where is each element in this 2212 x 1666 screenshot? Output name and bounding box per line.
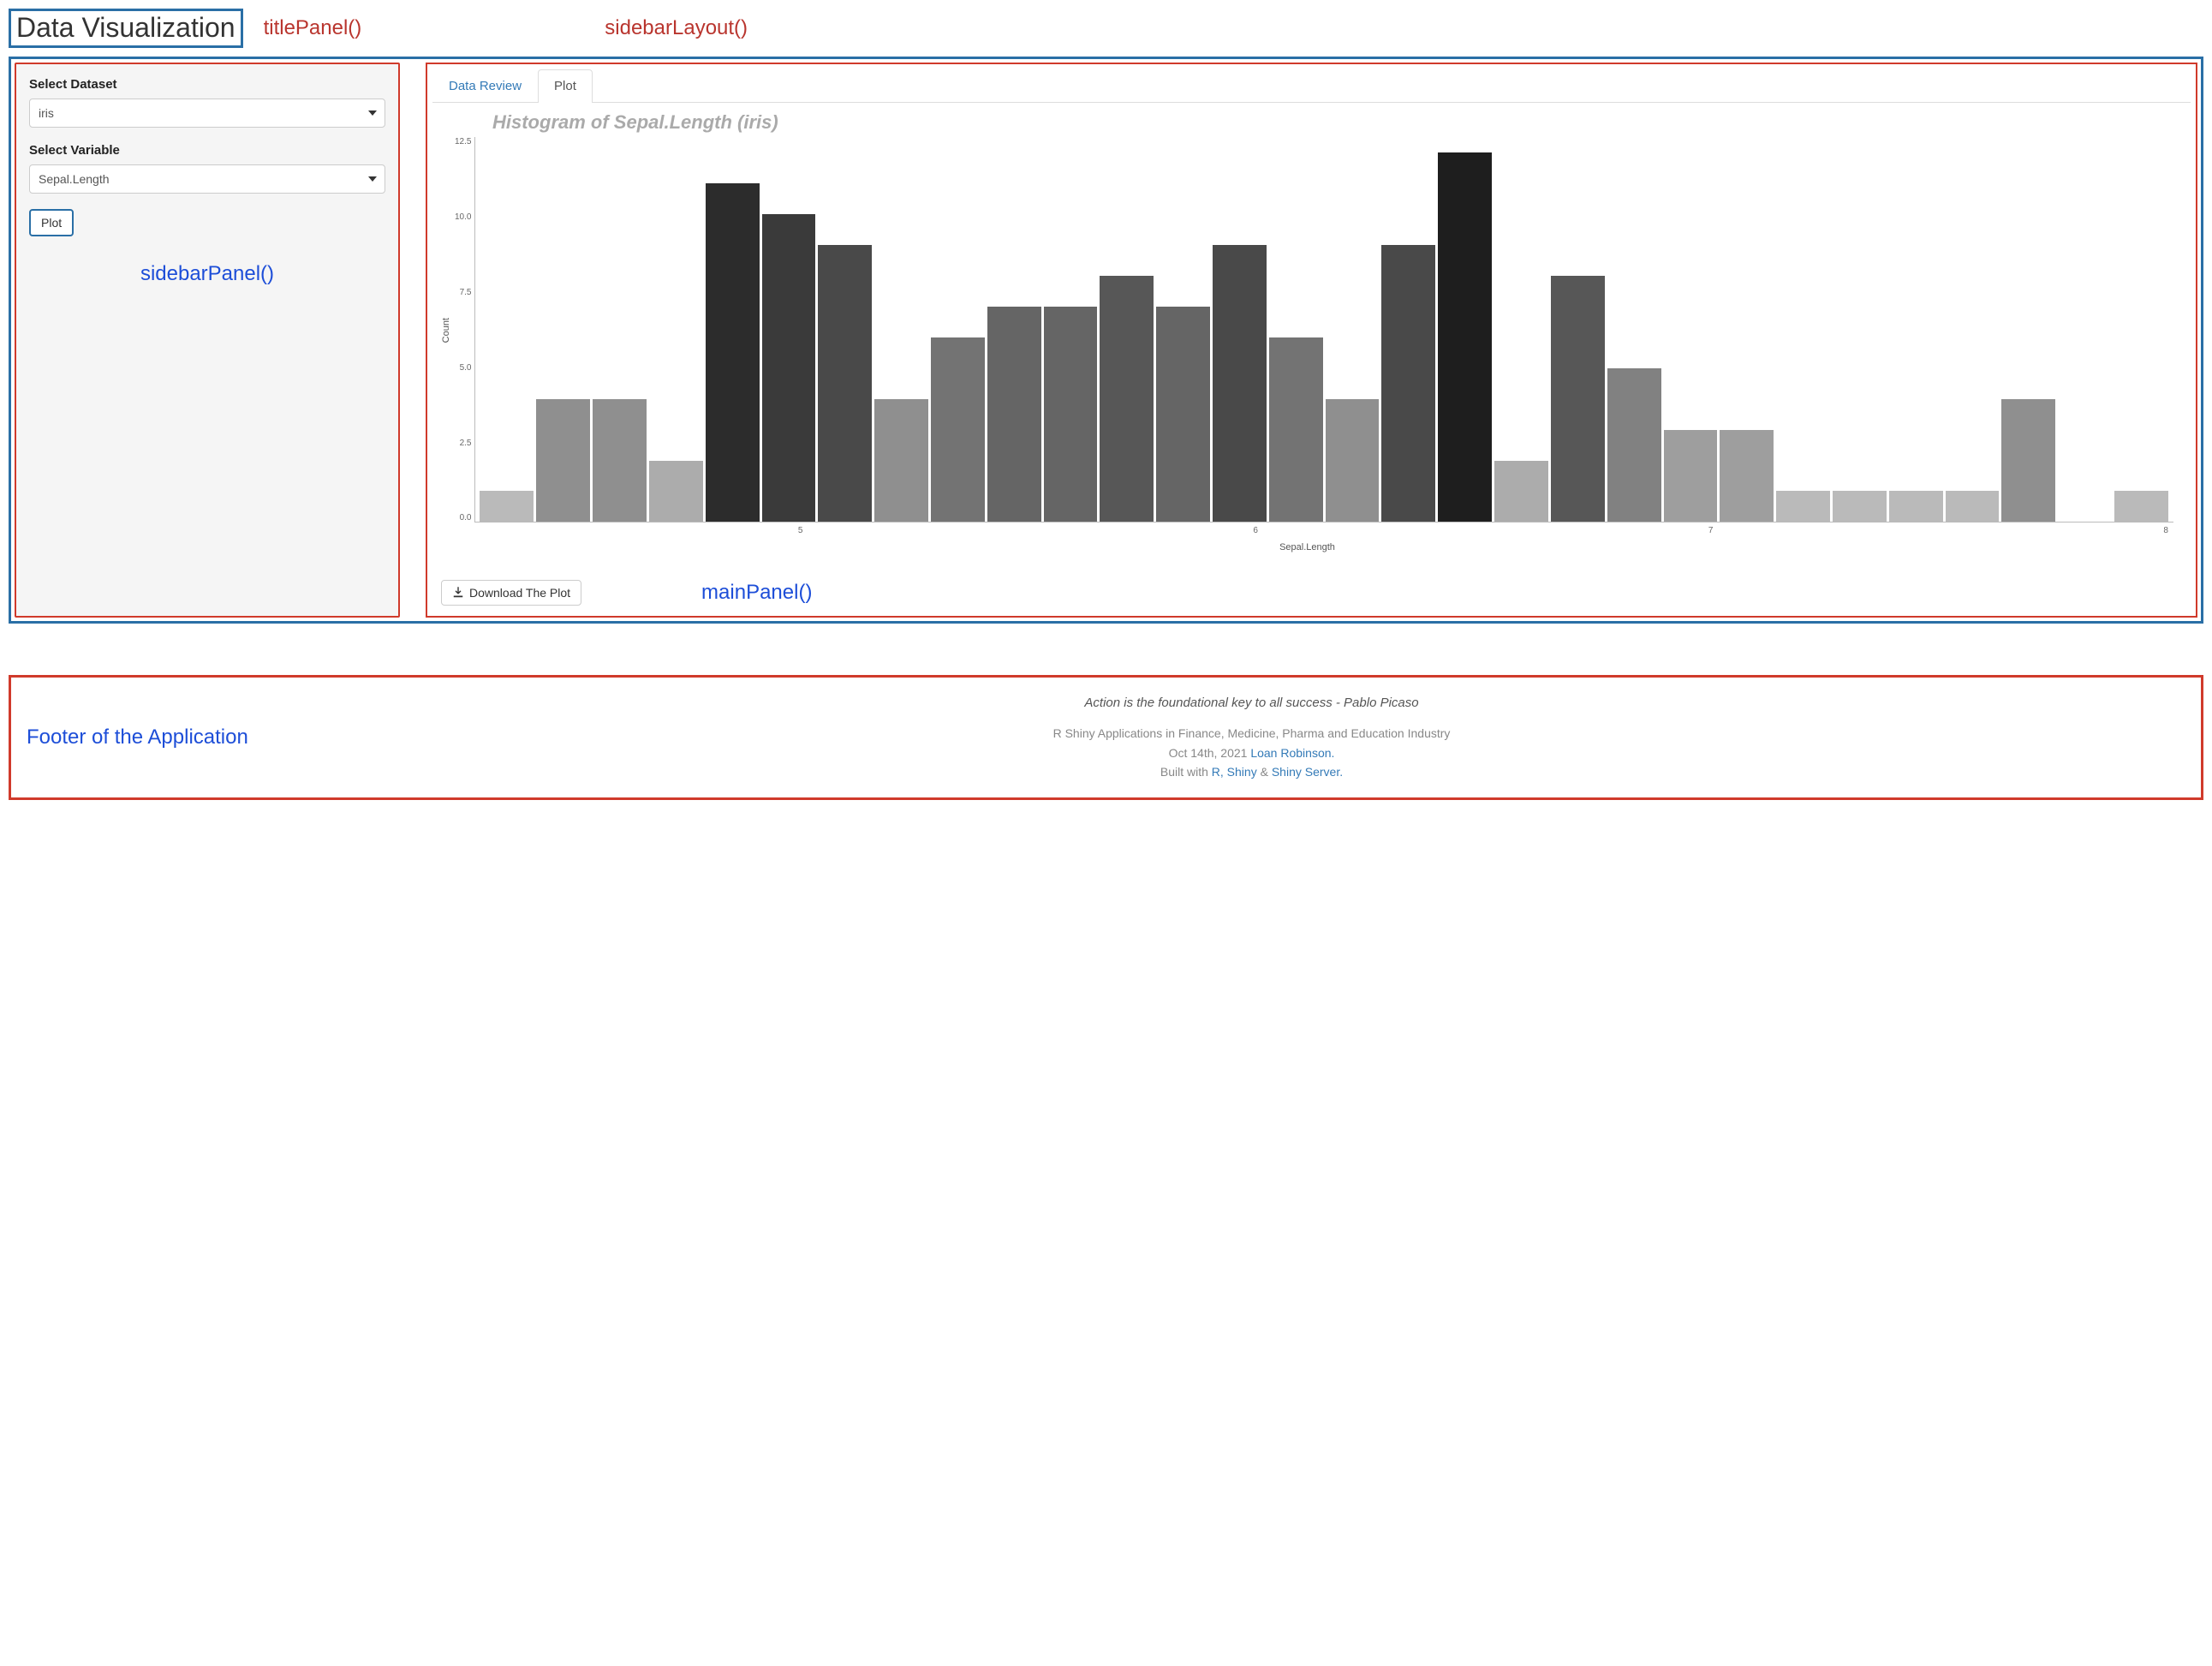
x-axis-label: Sepal.Length: [441, 542, 2173, 552]
footer-line1: R Shiny Applications in Finance, Medicin…: [1053, 726, 1451, 740]
bar: [1889, 491, 1943, 522]
bar: [1494, 461, 1548, 522]
download-plot-button[interactable]: Download The Plot: [441, 580, 581, 606]
footer-quote: Action is the foundational key to all su…: [318, 693, 2185, 714]
footer-shinyserver-link[interactable]: Shiny Server.: [1272, 765, 1343, 779]
bar: [874, 399, 928, 522]
bar: [1269, 337, 1323, 522]
y-tick: 7.5: [455, 288, 471, 297]
annotation-footer: Footer of the Application: [27, 726, 318, 749]
x-tick: 8: [2163, 526, 2168, 535]
bar: [1381, 245, 1435, 522]
bar: [2114, 491, 2168, 522]
bar: [1156, 307, 1210, 522]
annotation-sidebarpanel: sidebarPanel(): [29, 262, 385, 286]
histogram-plot: Histogram of Sepal.Length (iris) Count 1…: [432, 103, 2191, 561]
bar: [1833, 491, 1887, 522]
annotation-mainpanel: mainPanel(): [701, 581, 812, 605]
chevron-down-icon: [368, 110, 377, 116]
y-tick: 5.0: [455, 363, 471, 373]
bar: [1664, 430, 1718, 522]
bar: [1720, 430, 1774, 522]
x-tick: 6: [1253, 526, 1258, 535]
footer-author-link[interactable]: Loan Robinson.: [1250, 746, 1334, 760]
bar: [649, 461, 703, 522]
annotation-sidebarlayout: sidebarLayout(): [605, 16, 748, 40]
y-tick: 12.5: [455, 137, 471, 146]
bar: [987, 307, 1041, 522]
x-tick: 5: [798, 526, 803, 535]
annotation-titlepanel: titlePanel(): [264, 16, 362, 40]
download-plot-label: Download The Plot: [469, 586, 570, 600]
tab-plot[interactable]: Plot: [538, 69, 593, 103]
bar: [1326, 399, 1380, 522]
footer-date: Oct 14th, 2021: [1169, 746, 1251, 760]
sidebar-panel: Select Dataset iris Select Variable Sepa…: [15, 63, 400, 618]
bar: [593, 399, 647, 522]
bar: [762, 214, 816, 522]
variable-select[interactable]: Sepal.Length: [29, 164, 385, 194]
y-axis-ticks: 12.5 10.0 7.5 5.0 2.5 0.0: [455, 137, 475, 522]
bar: [536, 399, 590, 522]
y-tick: 2.5: [455, 439, 471, 448]
footer-built-prefix: Built with: [1160, 765, 1212, 779]
app-footer: Footer of the Application Action is the …: [9, 675, 2203, 799]
download-icon: [452, 587, 464, 599]
chart-title: Histogram of Sepal.Length (iris): [492, 111, 2173, 134]
bar: [931, 337, 985, 522]
y-tick: 0.0: [455, 513, 471, 522]
bar: [1100, 276, 1154, 522]
bar: [706, 183, 760, 522]
bar: [818, 245, 872, 522]
bar: [480, 491, 534, 522]
bar: [1946, 491, 2000, 522]
y-axis-label: Count: [441, 318, 451, 343]
bar: [1438, 152, 1492, 522]
tabset: Data Review Plot: [432, 69, 2191, 103]
chart-bars: [474, 137, 2173, 522]
dataset-select[interactable]: iris: [29, 99, 385, 128]
x-axis-ticks: 5 6 7 8: [492, 522, 2173, 535]
footer-rshiny-link[interactable]: R, Shiny: [1212, 765, 1257, 779]
tab-data-review[interactable]: Data Review: [432, 69, 538, 102]
y-tick: 10.0: [455, 212, 471, 222]
sidebar-layout-container: Select Dataset iris Select Variable Sepa…: [9, 57, 2203, 624]
bar: [1607, 368, 1661, 522]
bar: [1551, 276, 1605, 522]
plot-button[interactable]: Plot: [29, 209, 74, 236]
chevron-down-icon: [368, 176, 377, 182]
x-tick: 7: [1708, 526, 1714, 535]
bar: [1213, 245, 1267, 522]
variable-label: Select Variable: [29, 143, 385, 158]
bar: [2001, 399, 2055, 522]
page-title: Data Visualization: [9, 9, 243, 48]
bar: [1044, 307, 1098, 522]
dataset-label: Select Dataset: [29, 77, 385, 92]
bar: [1776, 491, 1830, 522]
main-panel: Data Review Plot Histogram of Sepal.Leng…: [426, 63, 2197, 618]
